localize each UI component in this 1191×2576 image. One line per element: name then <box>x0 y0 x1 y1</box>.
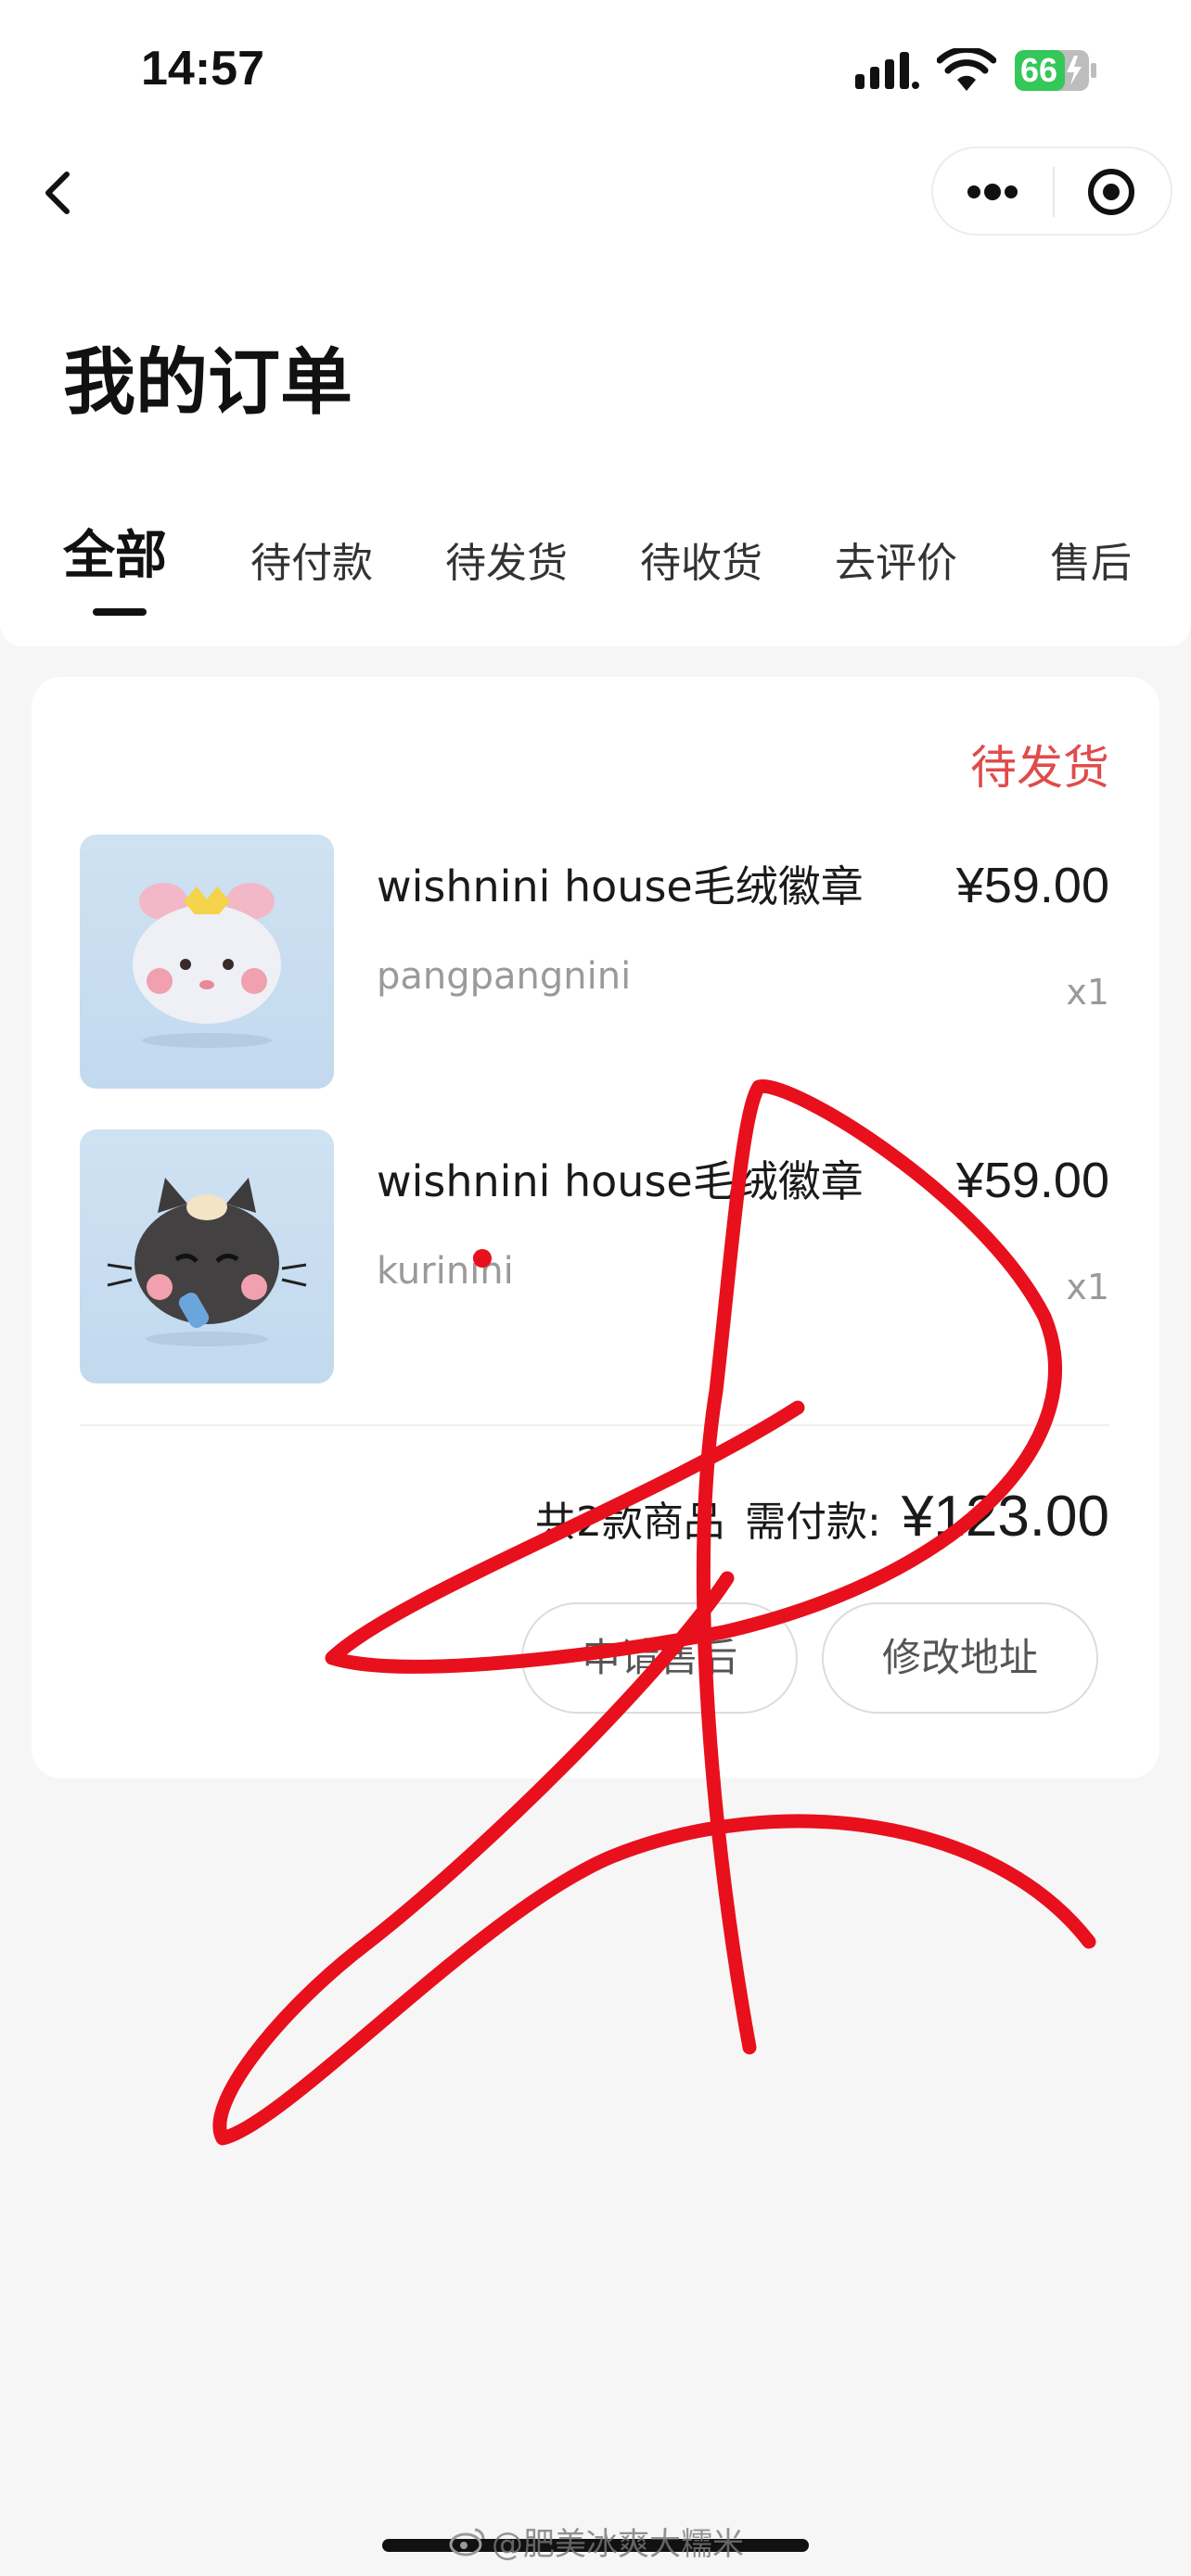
page-title: 我的订单 <box>63 341 353 425</box>
chevron-left-icon <box>45 172 70 214</box>
tab-to-review[interactable]: 去评价 <box>835 527 957 610</box>
edit-address-button[interactable]: 修改地址 <box>822 1602 1098 1714</box>
mini-program-capsule <box>931 147 1172 236</box>
product-name[interactable]: wishnini house毛绒徽章 <box>377 1148 864 1209</box>
product-variant: kurinini <box>377 1250 514 1293</box>
product-quantity: x1 <box>1066 972 1109 1013</box>
status-icons: 66 <box>853 45 1104 96</box>
back-button[interactable] <box>33 159 89 226</box>
product-variant: pangpangnini <box>377 955 632 998</box>
order-tabs: 全部 待付款 待发货 待收货 去评价 售后 <box>0 519 1191 621</box>
order-card[interactable]: 待发货 wishnini house毛绒徽章 ¥59.00 pangpangni… <box>32 677 1159 1779</box>
wifi-icon <box>937 48 996 91</box>
tab-after-sales[interactable]: 售后 <box>1050 527 1132 610</box>
target-close-icon <box>1088 169 1134 215</box>
watermark: @肥美冰爽大糯米 <box>449 2519 744 2564</box>
product-quantity: x1 <box>1066 1267 1109 1307</box>
capsule-divider <box>1053 167 1055 217</box>
order-total: ¥123.00 <box>901 1485 1109 1549</box>
order-status: 待发货 <box>970 741 1109 795</box>
close-miniprogram-button[interactable] <box>1056 148 1171 234</box>
order-item[interactable]: wishnini house毛绒徽章 ¥59.00 kurinini x1 <box>80 1129 1109 1385</box>
tab-pending-receipt[interactable]: 待收货 <box>640 527 762 610</box>
apply-after-sale-button[interactable]: 申请售后 <box>521 1602 798 1714</box>
tab-all[interactable]: 全部 <box>63 519 167 603</box>
tab-pending-payment[interactable]: 待付款 <box>250 527 373 610</box>
product-name[interactable]: wishnini house毛绒徽章 <box>377 853 864 914</box>
order-summary: 共2款商品 需付款: ¥123.00 <box>535 1484 1109 1558</box>
more-dots-icon <box>967 184 1018 200</box>
product-image <box>80 1129 334 1384</box>
product-image <box>80 835 334 1089</box>
more-button[interactable] <box>933 148 1052 234</box>
active-tab-indicator <box>93 608 147 616</box>
tab-pending-shipment[interactable]: 待发货 <box>445 527 568 610</box>
card-divider <box>80 1424 1109 1426</box>
amount-due-label: 需付款: <box>745 1498 881 1546</box>
product-price: ¥59.00 <box>955 858 1109 913</box>
weibo-logo-icon <box>449 2528 485 2556</box>
item-count: 共2款商品 <box>535 1498 725 1546</box>
battery-level: 66 <box>1020 51 1058 89</box>
product-price: ¥59.00 <box>955 1153 1109 1208</box>
signal-icon <box>855 52 919 89</box>
order-item[interactable]: wishnini house毛绒徽章 ¥59.00 pangpangnini x… <box>80 835 1109 1090</box>
watermark-text: @肥美冰爽大糯米 <box>492 2526 744 2563</box>
status-time: 14:57 <box>141 42 264 96</box>
